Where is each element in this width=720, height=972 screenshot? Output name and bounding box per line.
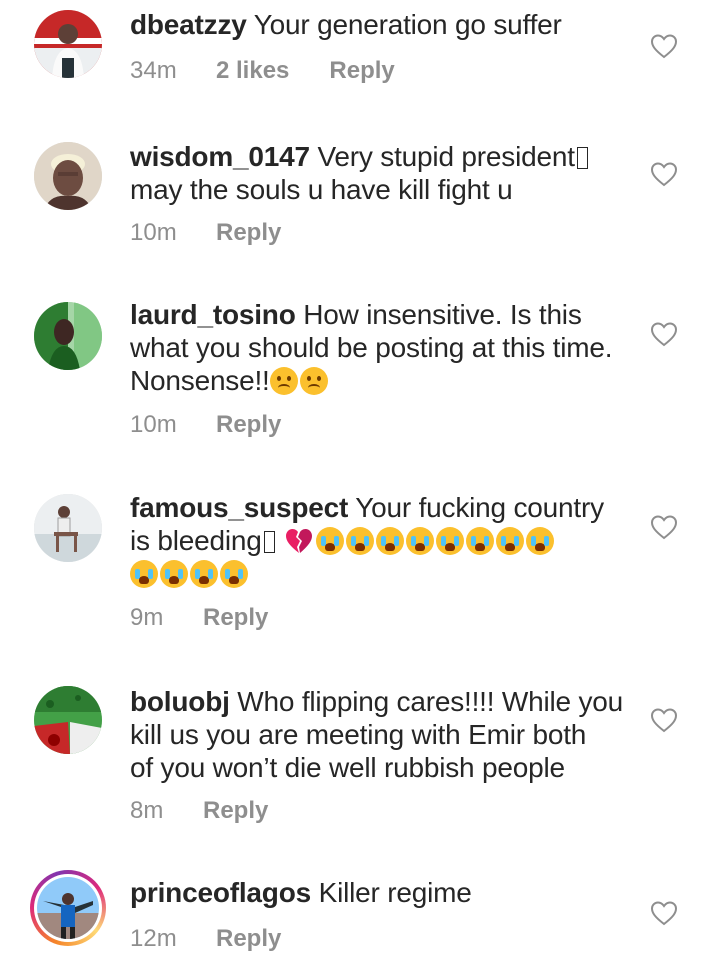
comment-body: Nonsense!! [130,365,270,396]
comment-text: famous_suspect Your fucking country is b… [130,491,630,590]
loudly-crying-face-emoji [496,527,525,555]
avatar[interactable] [34,686,102,754]
reply-button[interactable]: Reply [203,797,268,825]
comment-meta: 12m Reply [130,925,281,953]
comment-username[interactable]: dbeatzzy [130,9,247,40]
frowning-face-emoji [269,367,298,395]
loudly-crying-face-emoji [220,560,248,588]
comment-username[interactable]: laurd_tosino [130,299,296,330]
comment-body: How insensitive. Is this [303,299,582,330]
comment-text: dbeatzzy Your generation go suffer [130,8,630,41]
comment-text: laurd_tosino How insensitive. Is this wh… [130,298,630,397]
loudly-crying-face-emoji [316,527,345,555]
missing-glyph-icon [263,531,275,553]
avatar-story-ring[interactable] [30,870,106,946]
comment-meta: 10m Reply [130,219,281,247]
comment-body: Killer regime [318,877,472,908]
avatar[interactable] [34,494,102,562]
frowning-face-emoji [299,367,328,395]
heart-outline-icon[interactable] [650,321,678,347]
reply-button[interactable]: Reply [216,411,281,439]
loudly-crying-face-emoji [376,527,405,555]
comment-body: Your generation go suffer [253,9,562,40]
comment-text: wisdom_0147 Very stupid president may th… [130,140,630,206]
comment-username[interactable]: princeoflagos [130,877,311,908]
reply-button[interactable]: Reply [203,604,268,632]
avatar[interactable] [34,142,102,210]
avatar[interactable] [34,10,102,78]
comment-body: Who flipping cares!!!! While you [237,686,624,717]
comment-username[interactable]: boluobj [130,686,230,717]
comment-username[interactable]: famous_suspect [130,492,348,523]
comment-body: Your fucking country [355,492,604,523]
comment-text: boluobj Who flipping cares!!!! While you… [130,685,630,784]
comment-username[interactable]: wisdom_0147 [130,141,310,172]
comment-meta: 34m 2 likes Reply [130,57,395,85]
loudly-crying-face-emoji [466,527,495,555]
loudly-crying-face-emoji [130,560,158,588]
comment-time: 8m [130,797,164,824]
comment-body: what you should be posting at this time. [130,332,613,363]
comment-body: may the souls u have kill fight u [130,174,513,205]
loudly-crying-face-emoji [190,560,218,588]
comment-likes[interactable]: 2 likes [216,57,289,85]
loudly-crying-face-emoji [346,527,375,555]
comment-time: 10m [130,219,177,246]
reply-button[interactable]: Reply [216,219,281,247]
comment-body: is bleeding [130,525,262,556]
comment-body: of you won’t die well rubbish people [130,752,565,783]
loudly-crying-face-emoji [160,560,188,588]
heart-outline-icon[interactable] [650,514,678,540]
heart-outline-icon[interactable] [650,707,678,733]
reply-button[interactable]: Reply [329,57,394,85]
reply-button[interactable]: Reply [216,925,281,953]
missing-glyph-icon [576,147,588,169]
loudly-crying-face-emoji [436,527,465,555]
comment-text: princeoflagos Killer regime [130,876,630,909]
comment-body: kill us you are meeting with Emir both [130,719,587,750]
comment-time: 12m [130,925,177,952]
comment-body: Very stupid president [317,141,575,172]
comment-meta: 8m Reply [130,797,268,825]
comment-time: 10m [130,411,177,438]
broken-heart-emoji [286,529,313,553]
comment-meta: 10m Reply [130,411,281,439]
loudly-crying-face-emoji [526,527,555,555]
comment-time: 34m [130,57,177,84]
comment-meta: 9m Reply [130,604,268,632]
heart-outline-icon[interactable] [650,161,678,187]
heart-outline-icon[interactable] [650,33,678,59]
heart-outline-icon[interactable] [650,900,678,926]
comment-time: 9m [130,604,164,631]
avatar[interactable] [34,302,102,370]
loudly-crying-face-emoji [406,527,435,555]
